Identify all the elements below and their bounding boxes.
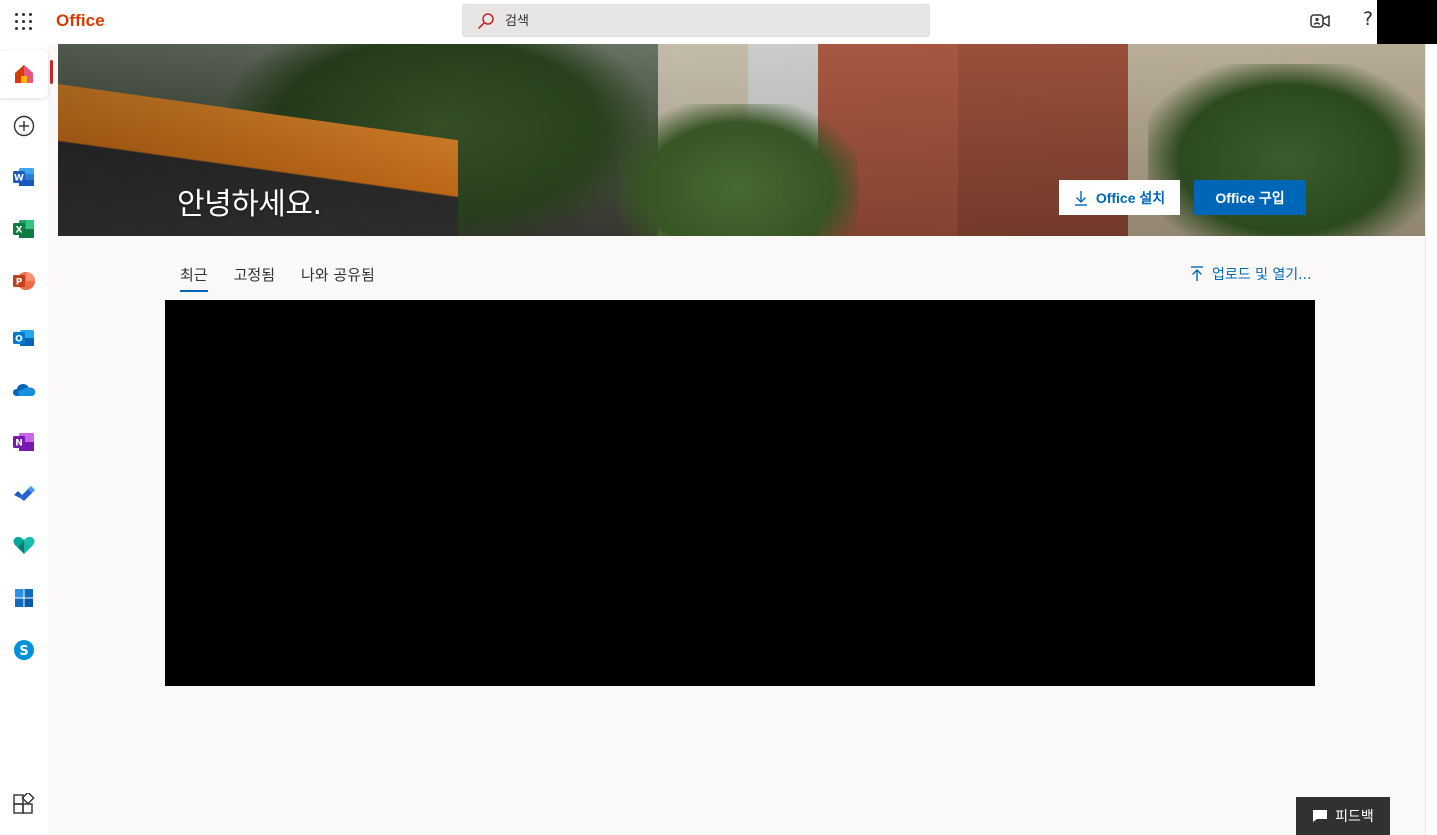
rail-item-powerpoint[interactable]: P xyxy=(0,257,48,305)
search-input[interactable] xyxy=(505,5,905,36)
svg-text:O: O xyxy=(15,335,23,345)
rail-item-word[interactable]: W xyxy=(0,153,48,201)
chat-icon xyxy=(1313,810,1328,822)
outlook-icon: O xyxy=(13,330,34,346)
rail-item-onedrive[interactable] xyxy=(0,366,48,414)
hero-banner: 안녕하세요. Office 설치 Office 구입 xyxy=(58,44,1425,236)
upload-icon xyxy=(1191,266,1203,281)
download-icon xyxy=(1074,190,1087,206)
powerpoint-icon: P xyxy=(13,272,35,290)
install-office-label: Office 설치 xyxy=(1095,189,1166,206)
app-launcher-icon[interactable] xyxy=(12,10,36,34)
windows-icon xyxy=(15,589,33,607)
rail-item-excel[interactable]: X xyxy=(0,205,48,253)
greeting-heading: 안녕하세요. xyxy=(177,187,322,222)
svg-text:W: W xyxy=(14,174,24,184)
help-icon[interactable]: ? xyxy=(1358,8,1378,32)
skype-icon: S xyxy=(14,640,34,660)
tab-pinned[interactable]: 고정됨 xyxy=(234,264,275,292)
tab-recent[interactable]: 최근 xyxy=(180,264,208,292)
upload-and-open-link[interactable]: 업로드 및 열기... xyxy=(1190,264,1312,284)
add-circle-icon xyxy=(13,115,35,137)
rail-item-to-do[interactable] xyxy=(0,470,48,518)
onedrive-icon xyxy=(13,384,35,396)
install-office-button[interactable]: Office 설치 xyxy=(1059,180,1180,215)
tab-shared-with-me[interactable]: 나와 공유됨 xyxy=(301,264,375,292)
svg-text:P: P xyxy=(16,278,23,288)
office-logo-text[interactable]: Office xyxy=(56,11,105,31)
rail-item-skype[interactable]: S xyxy=(0,626,48,674)
svg-text:S: S xyxy=(19,644,28,659)
feedback-label: 피드백 xyxy=(1335,809,1374,825)
recent-files-list xyxy=(165,300,1315,686)
buy-office-button[interactable]: Office 구입 xyxy=(1194,180,1306,215)
rail-active-indicator xyxy=(50,60,53,84)
rail-item-home[interactable] xyxy=(0,50,48,98)
svg-text:N: N xyxy=(15,439,23,449)
page-scrollbar[interactable] xyxy=(1425,44,1437,835)
search-icon xyxy=(478,13,494,29)
rail-item-windows[interactable] xyxy=(0,574,48,622)
rail-item-outlook[interactable]: O xyxy=(0,314,48,362)
rail-item-onenote[interactable]: N xyxy=(0,418,48,466)
svg-text:X: X xyxy=(16,226,23,236)
word-icon: W xyxy=(13,168,34,186)
search-box[interactable] xyxy=(462,4,930,37)
rail-item-create[interactable] xyxy=(0,102,48,150)
home-icon xyxy=(15,65,33,83)
app-rail: W X P O N S xyxy=(0,44,48,835)
upload-label: 업로드 및 열기... xyxy=(1212,267,1312,283)
document-tabs: 최근 고정됨 나와 공유됨 xyxy=(180,264,401,294)
feedback-button[interactable]: 피드백 xyxy=(1296,797,1390,835)
rail-item-family-safety[interactable] xyxy=(0,521,48,569)
heart-icon xyxy=(13,536,35,554)
meet-now-icon[interactable] xyxy=(1309,10,1331,32)
top-bar: Office ? xyxy=(0,0,1437,50)
checkmark-icon xyxy=(14,486,35,501)
all-apps-icon[interactable] xyxy=(11,793,35,817)
account-avatar[interactable] xyxy=(1377,0,1437,50)
excel-icon: X xyxy=(13,220,34,238)
onenote-icon: N xyxy=(13,433,34,451)
